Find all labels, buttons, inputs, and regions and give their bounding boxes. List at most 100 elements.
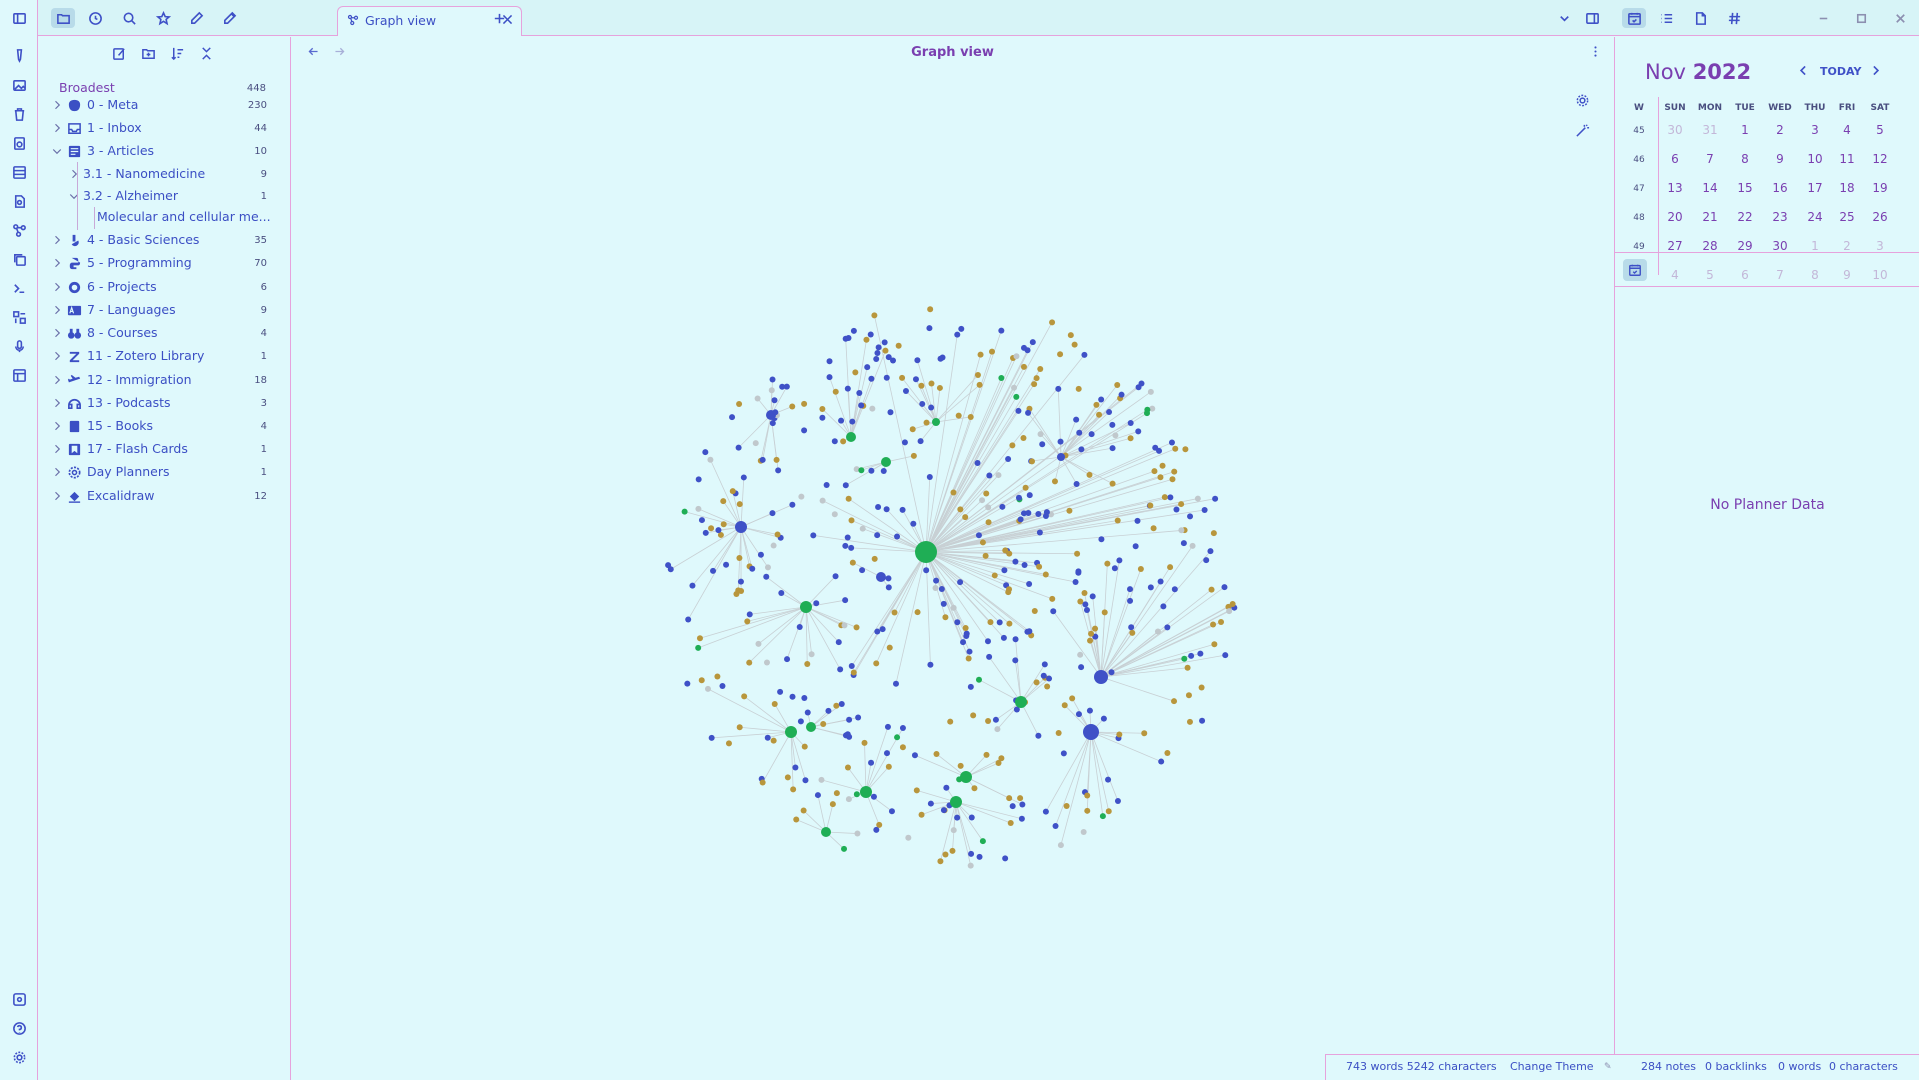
search-icon[interactable] xyxy=(119,8,139,28)
chevron-right-icon[interactable] xyxy=(68,168,80,180)
calendar-day[interactable]: 23 xyxy=(1763,210,1797,224)
calendar-day[interactable]: 1 xyxy=(1728,123,1762,137)
calendar-day[interactable]: 10 xyxy=(1798,152,1832,166)
pen-tool-icon[interactable] xyxy=(9,45,29,65)
terminal-icon[interactable] xyxy=(9,278,29,298)
sort-icon[interactable] xyxy=(170,46,186,62)
layout-icon[interactable] xyxy=(9,365,29,385)
calendar-day[interactable]: 8 xyxy=(1798,268,1832,282)
chevron-right-icon[interactable] xyxy=(51,281,63,293)
calendar-day[interactable]: 7 xyxy=(1693,152,1727,166)
folder-item[interactable]: 12 - Immigration 18 xyxy=(39,368,291,392)
maximize-icon[interactable] xyxy=(1851,8,1871,28)
file-search-icon[interactable] xyxy=(9,191,29,211)
calendar-day[interactable]: 24 xyxy=(1798,210,1832,224)
calendar-day[interactable]: 9 xyxy=(1763,152,1797,166)
calendar-day[interactable]: 3 xyxy=(1798,123,1832,137)
next-month-icon[interactable] xyxy=(1869,64,1883,78)
star-icon[interactable] xyxy=(153,8,173,28)
folder-item[interactable]: Excalidraw 12 xyxy=(39,484,291,508)
calendar-day[interactable]: 29 xyxy=(1728,239,1762,253)
calendar-day[interactable]: 22 xyxy=(1728,210,1762,224)
chevron-down-icon[interactable] xyxy=(68,190,80,202)
link-edit-icon[interactable] xyxy=(219,8,239,28)
calendar-day[interactable]: 5 xyxy=(1863,123,1897,137)
folder-item[interactable]: 15 - Books 4 xyxy=(39,414,291,438)
calendar-day[interactable]: 25 xyxy=(1830,210,1864,224)
list-icon[interactable] xyxy=(1656,8,1676,28)
prev-month-icon[interactable] xyxy=(1797,64,1811,78)
change-theme-button[interactable]: Change Theme xyxy=(1510,1060,1594,1073)
minimize-icon[interactable] xyxy=(1813,8,1833,28)
calendar-day[interactable]: 6 xyxy=(1728,268,1762,282)
graph-canvas[interactable] xyxy=(651,287,1251,887)
new-folder-icon[interactable] xyxy=(141,46,157,62)
chevron-right-icon[interactable] xyxy=(51,420,63,432)
calendar-day[interactable]: 18 xyxy=(1830,181,1864,195)
chevron-right-icon[interactable] xyxy=(51,374,63,386)
calendar-day[interactable]: 5 xyxy=(1693,268,1727,282)
graph-settings-icon[interactable] xyxy=(1575,93,1591,109)
folder-item[interactable]: Day Planners 1 xyxy=(39,460,291,484)
calendar-day[interactable]: 14 xyxy=(1693,181,1727,195)
calendar-day[interactable]: 31 xyxy=(1693,123,1727,137)
chevron-right-icon[interactable] xyxy=(51,122,63,134)
close-window-icon[interactable] xyxy=(1890,8,1910,28)
tab-list-chevron-down-icon[interactable] xyxy=(1554,8,1574,28)
calendar-day[interactable]: 2 xyxy=(1763,123,1797,137)
chevron-down-icon[interactable] xyxy=(51,145,63,157)
folder-item[interactable]: 8 - Courses 4 xyxy=(39,321,291,345)
new-note-icon[interactable] xyxy=(112,46,128,62)
calendar-day[interactable]: 2 xyxy=(1830,239,1864,253)
folder-item[interactable]: 4 - Basic Sciences 35 xyxy=(39,228,291,252)
chevron-right-icon[interactable] xyxy=(51,304,63,316)
hashtag-icon[interactable] xyxy=(1724,8,1744,28)
image-gallery-icon[interactable] xyxy=(9,75,29,95)
help-icon[interactable] xyxy=(9,1018,29,1038)
new-tab-icon[interactable] xyxy=(489,8,509,28)
chevron-right-icon[interactable] xyxy=(51,466,63,478)
tag-edit-icon[interactable] xyxy=(186,8,206,28)
chevron-right-icon[interactable] xyxy=(51,350,63,362)
calendar-day[interactable]: 27 xyxy=(1658,239,1692,253)
calendar-day[interactable]: 26 xyxy=(1863,210,1897,224)
calendar-day[interactable]: 8 xyxy=(1728,152,1762,166)
collapse-all-icon[interactable] xyxy=(199,46,215,62)
clock-icon[interactable] xyxy=(85,8,105,28)
folder-item[interactable]: 6 - Projects 6 xyxy=(39,275,291,299)
chevron-right-icon[interactable] xyxy=(51,397,63,409)
planner-calendar-icon[interactable] xyxy=(1623,259,1647,281)
calendar-day[interactable]: 30 xyxy=(1763,239,1797,253)
calendar-day[interactable]: 21 xyxy=(1693,210,1727,224)
folder-item[interactable]: 1 - Inbox 44 xyxy=(39,116,291,140)
folder-item[interactable]: 11 - Zotero Library 1 xyxy=(39,344,291,368)
chevron-right-icon[interactable] xyxy=(51,99,63,111)
settings-icon[interactable] xyxy=(9,1047,29,1067)
calendar-day[interactable]: 19 xyxy=(1863,181,1897,195)
folder-item[interactable]: 0 - Meta 230 xyxy=(39,93,291,117)
folder-icon[interactable] xyxy=(51,8,75,28)
calendar-day[interactable]: 3 xyxy=(1863,239,1897,253)
calendar-day[interactable]: 7 xyxy=(1763,268,1797,282)
folder-item[interactable]: 13 - Podcasts 3 xyxy=(39,391,291,415)
calendar-day[interactable]: 6 xyxy=(1658,152,1692,166)
chevron-right-icon[interactable] xyxy=(51,257,63,269)
copy-icon[interactable] xyxy=(9,249,29,269)
more-options-icon[interactable] xyxy=(1589,45,1601,59)
calendar-day[interactable]: 13 xyxy=(1658,181,1692,195)
calendar-day[interactable]: 15 xyxy=(1728,181,1762,195)
chevron-right-icon[interactable] xyxy=(51,490,63,502)
folder-item[interactable]: 7 - Languages 9 xyxy=(39,298,291,322)
dice-icon[interactable] xyxy=(9,307,29,327)
camera-icon[interactable] xyxy=(9,133,29,153)
folder-item[interactable]: 3 - Articles 10 xyxy=(39,139,291,163)
calendar-day[interactable]: 4 xyxy=(1658,268,1692,282)
chevron-right-icon[interactable] xyxy=(51,327,63,339)
calendar-day[interactable]: 10 xyxy=(1863,268,1897,282)
folder-item[interactable]: 5 - Programming 70 xyxy=(39,251,291,275)
calendar-day[interactable]: 9 xyxy=(1830,268,1864,282)
calendar-day[interactable]: 11 xyxy=(1830,152,1864,166)
calendar-day[interactable]: 20 xyxy=(1658,210,1692,224)
folder-item[interactable]: 17 - Flash Cards 1 xyxy=(39,437,291,461)
right-sidebar-toggle-icon[interactable] xyxy=(1582,8,1602,28)
